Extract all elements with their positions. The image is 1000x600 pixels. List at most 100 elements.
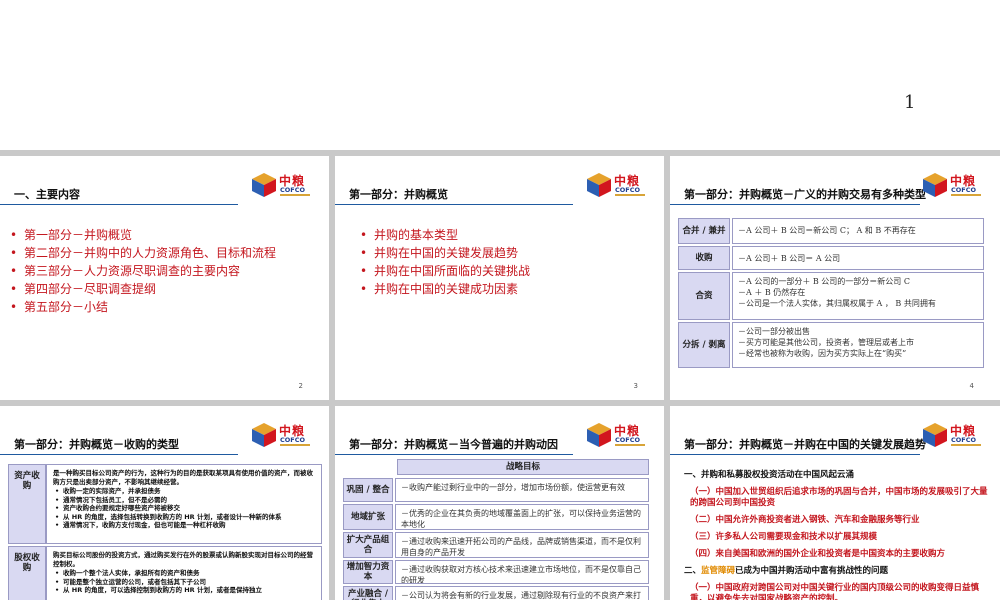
label-equity-acquisition: 股权收购 bbox=[8, 546, 46, 600]
slide-title: 第一部分：并购概览 bbox=[349, 188, 448, 201]
cofco-emblem-icon bbox=[587, 423, 611, 447]
type-label-jv: 合资 bbox=[678, 272, 730, 320]
heading-suffix: 已成为中国并购活动中富有挑战性的问题 bbox=[735, 566, 889, 576]
motive-desc: －通过收购获取对方核心技术来迅速建立市场地位，而不是仅靠自己的研发 bbox=[395, 560, 649, 584]
detail-asset-acquisition: 是一种购买目标公司资产的行为，这种行为的目的是获取某项具有使用价值的资产，而被收… bbox=[46, 464, 322, 544]
slide-title: 第一部分：并购概览－当今普遍的并购动因 bbox=[349, 438, 558, 451]
trend-item: （三）许多私人公司需要现金和技术以扩展其规模 bbox=[690, 532, 878, 542]
slide-6[interactable]: 第一部分：并购概览－当今普遍的并购动因 中粮 COFCO 战略目标 巩固 / 整… bbox=[335, 406, 664, 600]
trend-heading: 二、监管障碍已成为中国并购活动中富有挑战性的问题 bbox=[684, 566, 888, 577]
detail-lead: 购买目标公司股份的投资方式，通过购买发行在外的股票或认购新股实现对目标公司的经营… bbox=[53, 551, 313, 568]
trend-item: （一）中国政府对跨国公司对中国关键行业的国内顶级公司的收购变得日益慎重，以避免失… bbox=[690, 583, 980, 600]
cofco-emblem-icon bbox=[923, 173, 947, 197]
heading-prefix: 二、 bbox=[684, 566, 702, 576]
list-item: 通常情况下，收购方支付现金，但也可能是一种杠杆收购 bbox=[53, 521, 315, 530]
list-item: 可能是整个独立运营的公司，或者包括其下子公司 bbox=[53, 578, 315, 587]
list-item: 并购在中国的关键发展趋势 bbox=[360, 244, 530, 262]
cofco-logo: 中粮 COFCO bbox=[922, 170, 986, 200]
cofco-logo: 中粮 COFCO bbox=[586, 170, 650, 200]
slide-2[interactable]: 一、主要内容 中粮 COFCO 第一部分－并购概览 第二部分－并购中的人力资源角… bbox=[0, 156, 329, 400]
slide-3[interactable]: 第一部分：并购概览 中粮 COFCO 并购的基本类型 并购在中国的关键发展趋势 … bbox=[335, 156, 664, 400]
contents-list: 第一部分－并购概览 第二部分－并购中的人力资源角色、目标和流程 第三部分－人力资… bbox=[10, 226, 276, 316]
motive-label: 增加智力资本 bbox=[343, 560, 393, 584]
slide-title: 第一部分：并购概览－收购的类型 bbox=[14, 438, 179, 451]
slide-title: 第一部分：并购概览－广义的并购交易有多种类型 bbox=[684, 188, 926, 201]
type-label-divestiture: 分拆 / 剥离 bbox=[678, 322, 730, 368]
list-item: 第四部分－尽职调查提纲 bbox=[10, 280, 276, 298]
list-item: 从 HR 的角度，选择包括转换到收购方的 HR 计划，或者设计一种新的体系 bbox=[53, 513, 315, 522]
list-item: 收购一定的实际资产，并承担债务 bbox=[53, 487, 315, 496]
title-underline bbox=[670, 204, 920, 205]
cofco-emblem-icon bbox=[587, 173, 611, 197]
cofco-logo: 中粮 COFCO bbox=[922, 420, 986, 450]
logo-tagline bbox=[951, 194, 981, 196]
logo-english: COFCO bbox=[280, 186, 306, 194]
type-desc-merger: －A 公司＋ B 公司＝新公司 C； A 和 B 不再存在 bbox=[732, 218, 984, 244]
desc-line: －经常也被称为收购，因为买方实际上在“购买” bbox=[738, 349, 907, 358]
type-desc-jv: －A 公司的一部分＋ B 公司的一部分＝新公司 C －A ＋ B 仍然存在 －公… bbox=[732, 272, 984, 320]
trend-item: （四）来自美国和欧洲的国外企业和投资者是中国资本的主要收购方 bbox=[690, 549, 946, 559]
detail-lead: 是一种购买目标公司资产的行为，这种行为的目的是获取某项具有使用价值的资产，而被收… bbox=[53, 469, 313, 486]
list-item: 第一部分－并购概览 bbox=[10, 226, 276, 244]
list-item: 收购一个整个法人实体，承担所有的资产和债务 bbox=[53, 569, 315, 578]
list-item: 从 HR 的角度，可以选择控制到收购方的 HR 计划，或者是保持独立 bbox=[53, 586, 315, 595]
type-label-merger: 合并 / 兼并 bbox=[678, 218, 730, 244]
slide-4[interactable]: 第一部分：并购概览－广义的并购交易有多种类型 中粮 COFCO 合并 / 兼并 … bbox=[670, 156, 1000, 400]
desc-line: －A 公司＋ B 公司＝ A 公司 bbox=[738, 254, 841, 263]
cofco-emblem-icon bbox=[923, 423, 947, 447]
motive-label: 扩大产品组合 bbox=[343, 532, 393, 558]
desc-line: －公司是一个法人实体，其归属权属于 A ， B 共同拥有 bbox=[738, 299, 936, 308]
list-item: 通常情况下包括员工，但不是必需的 bbox=[53, 496, 315, 505]
page-number: 1 bbox=[904, 92, 916, 113]
motive-desc: －优秀的企业在其负责的地域覆盖面上的扩张，可以保持业务运营的本地化 bbox=[395, 504, 649, 530]
list-item: 并购在中国所面临的关键挑战 bbox=[360, 262, 530, 280]
type-desc-divestiture: －公司一部分被出售 －买方可能是其他公司，投资者，管理层或者上市 －经常也被称为… bbox=[732, 322, 984, 368]
overview-list: 并购的基本类型 并购在中国的关键发展趋势 并购在中国所面临的关键挑战 并购在中国… bbox=[360, 226, 530, 298]
title-underline bbox=[335, 454, 573, 455]
logo-english: COFCO bbox=[951, 436, 977, 444]
list-item: 第三部分－人力资源尽职调查的主要内容 bbox=[10, 262, 276, 280]
list-item: 并购在中国的关键成功因素 bbox=[360, 280, 530, 298]
logo-english: COFCO bbox=[280, 436, 306, 444]
title-page-bottom: 1 bbox=[0, 0, 1000, 150]
cofco-emblem-icon bbox=[252, 173, 276, 197]
cofco-logo: 中粮 COFCO bbox=[586, 420, 650, 450]
slide-7[interactable]: 第一部分：并购概览－并购在中国的关键发展趋势 中粮 COFCO 一、并购和私募股… bbox=[670, 406, 1000, 600]
motive-label: 巩固 / 整合 bbox=[343, 478, 393, 502]
logo-tagline bbox=[280, 444, 310, 446]
label-asset-acquisition: 资产收购 bbox=[8, 464, 46, 544]
logo-tagline bbox=[615, 444, 645, 446]
title-underline bbox=[0, 454, 238, 455]
slide-page-number: 2 bbox=[298, 382, 303, 390]
logo-tagline bbox=[280, 194, 310, 196]
title-underline bbox=[670, 454, 920, 455]
slide-page-number: 4 bbox=[969, 382, 974, 390]
list-item: 并购的基本类型 bbox=[360, 226, 530, 244]
motive-label: 地域扩张 bbox=[343, 504, 393, 530]
motive-desc: －公司认为将会有新的行业发展，通过剔除现有行业的不良资产来打造新的产业 bbox=[395, 586, 649, 600]
logo-tagline bbox=[615, 194, 645, 196]
motive-desc: －通过收购来迅速开拓公司的产品线，品牌或销售渠道，而不是仅利用自身的产品开发 bbox=[395, 532, 649, 558]
detail-list: 收购一定的实际资产，并承担债务 通常情况下包括员工，但不是必需的 资产收购合约要… bbox=[53, 487, 315, 530]
logo-english: COFCO bbox=[615, 436, 641, 444]
title-underline bbox=[335, 204, 573, 205]
trend-heading: 一、并购和私募股权投资活动在中国风起云涌 bbox=[684, 470, 855, 480]
list-item: 第五部分－小结 bbox=[10, 298, 276, 316]
slide-title: 一、主要内容 bbox=[14, 188, 80, 201]
desc-line: －A 公司的一部分＋ B 公司的一部分＝新公司 C bbox=[738, 277, 910, 286]
logo-english: COFCO bbox=[951, 186, 977, 194]
trend-item: （二）中国允许外商投资者进入钢铁、汽车和金融服务等行业 bbox=[690, 515, 920, 525]
detail-list: 收购一个整个法人实体，承担所有的资产和债务 可能是整个独立运营的公司，或者包括其… bbox=[53, 569, 315, 595]
type-label-acquisition: 收购 bbox=[678, 246, 730, 270]
detail-equity-acquisition: 购买目标公司股份的投资方式，通过购买发行在外的股票或认购新股实现对目标公司的经营… bbox=[46, 546, 322, 600]
cofco-emblem-icon bbox=[252, 423, 276, 447]
motive-desc: －收购产能过剩行业中的一部分，增加市场份额，使运营更有效 bbox=[395, 478, 649, 502]
slide-5[interactable]: 第一部分：并购概览－收购的类型 中粮 COFCO 资产收购 是一种购买目标公司资… bbox=[0, 406, 329, 600]
motive-label: 产业融合 / 行业集中 bbox=[343, 586, 393, 600]
logo-tagline bbox=[951, 444, 981, 446]
desc-line: －A ＋ B 仍然存在 bbox=[738, 288, 806, 297]
cofco-logo: 中粮 COFCO bbox=[251, 420, 315, 450]
desc-line: －买方可能是其他公司，投资者，管理层或者上市 bbox=[738, 338, 914, 347]
desc-line: －公司一部分被出售 bbox=[738, 327, 810, 336]
list-item: 第二部分－并购中的人力资源角色、目标和流程 bbox=[10, 244, 276, 262]
